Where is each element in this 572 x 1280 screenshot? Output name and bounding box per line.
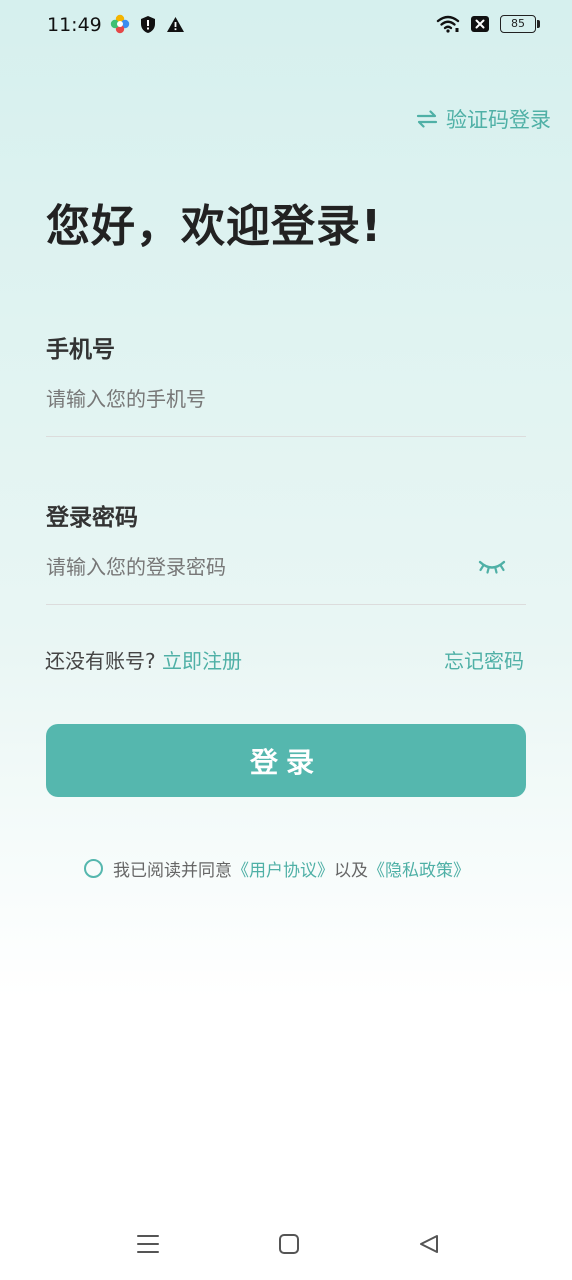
register-row: 还没有账号? 立即注册 — [45, 645, 242, 674]
password-label: 登录密码 — [46, 505, 138, 531]
wifi-icon — [436, 15, 460, 33]
phone-label: 手机号 — [46, 337, 115, 363]
home-icon[interactable] — [278, 1233, 300, 1255]
password-underline — [46, 604, 526, 605]
login-button[interactable]: 登录 — [46, 724, 526, 797]
shield-icon — [141, 15, 155, 33]
forgot-password-link[interactable]: 忘记密码 — [444, 645, 524, 674]
system-nav-bar — [0, 1215, 572, 1275]
agreement-prefix: 我已阅读并同意 — [113, 861, 232, 881]
agreement-row: 我已阅读并同意《用户协议》以及《隐私政策》 — [84, 856, 470, 881]
page-title: 您好，欢迎登录! — [46, 201, 383, 252]
eye-closed-icon[interactable] — [478, 557, 506, 577]
switch-login-label: 验证码登录 — [446, 108, 551, 132]
swap-icon — [416, 110, 438, 128]
register-link[interactable]: 立即注册 — [162, 649, 242, 673]
agreement-conjunction: 以及 — [334, 861, 368, 881]
password-input[interactable] — [46, 553, 466, 581]
switch-to-code-login[interactable]: 验证码登录 — [416, 104, 551, 134]
phone-input[interactable] — [46, 385, 526, 413]
back-icon[interactable] — [418, 1233, 440, 1255]
warning-icon — [167, 16, 184, 32]
privacy-policy-link[interactable]: 《隐私政策》 — [368, 861, 470, 881]
agree-radio[interactable] — [84, 859, 103, 878]
sim-blocked-icon — [471, 16, 489, 32]
status-bar: 11:49 85 — [0, 0, 572, 52]
user-agreement-link[interactable]: 《用户协议》 — [232, 861, 334, 881]
status-time: 11:49 — [47, 14, 102, 36]
pinwheel-app-icon — [110, 14, 130, 34]
menu-icon[interactable] — [136, 1233, 160, 1255]
battery-level: 85 — [511, 17, 525, 30]
phone-underline — [46, 436, 526, 437]
battery-icon: 85 — [500, 15, 540, 33]
no-account-text: 还没有账号? — [45, 649, 156, 673]
